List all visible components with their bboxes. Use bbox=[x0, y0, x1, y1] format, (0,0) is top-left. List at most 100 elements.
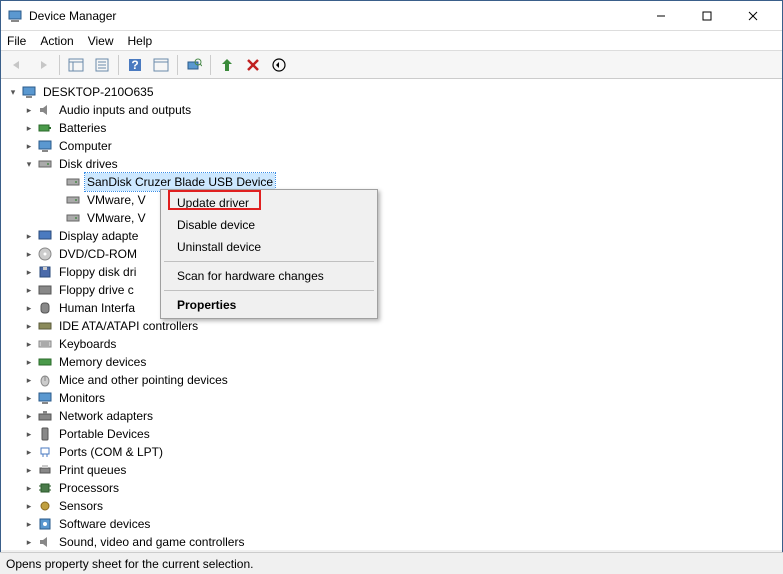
device-tree[interactable]: ▾ DESKTOP-210O635 ▸ Audio inputs and out… bbox=[1, 79, 782, 550]
tree-label: Audio inputs and outputs bbox=[57, 101, 193, 119]
tree-item[interactable]: VMware, V bbox=[1, 209, 782, 227]
chevron-right-icon[interactable]: ▸ bbox=[21, 480, 37, 496]
keyboard-icon bbox=[37, 336, 53, 352]
chevron-right-icon[interactable]: ▸ bbox=[21, 498, 37, 514]
tree-category[interactable]: ▸ Memory devices bbox=[1, 353, 782, 371]
window-title: Device Manager bbox=[29, 9, 638, 23]
tree-category[interactable]: ▸Floppy disk dri bbox=[1, 263, 782, 281]
chevron-right-icon[interactable]: ▸ bbox=[21, 462, 37, 478]
tree-label: Memory devices bbox=[57, 353, 148, 371]
context-scan-hardware[interactable]: Scan for hardware changes bbox=[163, 265, 375, 287]
uninstall-button[interactable] bbox=[241, 53, 265, 77]
chevron-right-icon[interactable]: ▸ bbox=[21, 228, 37, 244]
chevron-right-icon[interactable]: ▸ bbox=[21, 516, 37, 532]
tree-category[interactable]: ▸ Audio inputs and outputs bbox=[1, 101, 782, 119]
printer-icon bbox=[37, 462, 53, 478]
tree-category[interactable]: ▸Software devices bbox=[1, 515, 782, 533]
tree-category[interactable]: ▸ Sound, video and game controllers bbox=[1, 533, 782, 550]
computer-icon bbox=[37, 138, 53, 154]
dvd-icon bbox=[37, 246, 53, 262]
chevron-right-icon[interactable]: ▸ bbox=[21, 282, 37, 298]
sensor-icon bbox=[37, 498, 53, 514]
svg-text:?: ? bbox=[131, 58, 138, 72]
tree-root[interactable]: ▾ DESKTOP-210O635 bbox=[1, 83, 782, 101]
disable-button[interactable] bbox=[267, 53, 291, 77]
tree-category[interactable]: ▸Print queues bbox=[1, 461, 782, 479]
chevron-right-icon[interactable]: ▸ bbox=[21, 102, 37, 118]
tree-category[interactable]: ▸Display adapte bbox=[1, 227, 782, 245]
menu-separator bbox=[164, 261, 374, 262]
chevron-right-icon[interactable]: ▸ bbox=[21, 336, 37, 352]
tree-category[interactable]: ▸Processors bbox=[1, 479, 782, 497]
title-bar: Device Manager bbox=[1, 1, 782, 31]
maximize-button[interactable] bbox=[684, 1, 730, 31]
tree-category[interactable]: ▸ Human Interfa bbox=[1, 299, 782, 317]
chevron-right-icon[interactable]: ▸ bbox=[21, 138, 37, 154]
menu-bar: File Action View Help bbox=[1, 31, 782, 51]
tree-category[interactable]: ▸Network adapters bbox=[1, 407, 782, 425]
tree-category[interactable]: ▸ Ports (COM & LPT) bbox=[1, 443, 782, 461]
tree-label: Human Interfa bbox=[57, 299, 137, 317]
mouse-icon bbox=[37, 372, 53, 388]
tree-category[interactable]: ▸ Monitors bbox=[1, 389, 782, 407]
chevron-right-icon[interactable]: ▸ bbox=[21, 354, 37, 370]
tree-label: Keyboards bbox=[57, 335, 118, 353]
sound-icon bbox=[37, 534, 53, 550]
tree-category[interactable]: ▸ DVD/CD-ROM bbox=[1, 245, 782, 263]
action-button[interactable] bbox=[149, 53, 173, 77]
status-bar: Opens property sheet for the current sel… bbox=[0, 552, 783, 574]
show-hide-tree-button[interactable] bbox=[64, 53, 88, 77]
chevron-down-icon[interactable]: ▾ bbox=[21, 156, 37, 172]
tree-category[interactable]: ▸ Computer bbox=[1, 137, 782, 155]
menu-help[interactable]: Help bbox=[128, 34, 153, 48]
chevron-right-icon[interactable]: ▸ bbox=[21, 372, 37, 388]
audio-icon bbox=[37, 102, 53, 118]
tree-label: Sound, video and game controllers bbox=[57, 533, 246, 550]
tree-category[interactable]: ▸IDE ATA/ATAPI controllers bbox=[1, 317, 782, 335]
tree-label: DVD/CD-ROM bbox=[57, 245, 139, 263]
network-icon bbox=[37, 408, 53, 424]
tree-item-selected[interactable]: SanDisk Cruzer Blade USB Device bbox=[1, 173, 782, 191]
tree-category[interactable]: ▸Mice and other pointing devices bbox=[1, 371, 782, 389]
context-properties[interactable]: Properties bbox=[163, 294, 375, 316]
context-uninstall-device[interactable]: Uninstall device bbox=[163, 236, 375, 258]
scan-hardware-button[interactable] bbox=[182, 53, 206, 77]
tree-label: VMware, V bbox=[85, 191, 148, 209]
chevron-right-icon[interactable]: ▸ bbox=[21, 444, 37, 460]
chevron-right-icon[interactable]: ▸ bbox=[21, 318, 37, 334]
chevron-right-icon[interactable]: ▸ bbox=[21, 534, 37, 550]
tree-label: Ports (COM & LPT) bbox=[57, 443, 165, 461]
help-button[interactable]: ? bbox=[123, 53, 147, 77]
context-disable-device[interactable]: Disable device bbox=[163, 214, 375, 236]
computer-icon bbox=[21, 84, 37, 100]
close-button[interactable] bbox=[730, 1, 776, 31]
context-update-driver[interactable]: Update driver bbox=[163, 192, 375, 214]
chevron-right-icon[interactable]: ▸ bbox=[21, 408, 37, 424]
tree-category[interactable]: ▸Sensors bbox=[1, 497, 782, 515]
chevron-right-icon[interactable]: ▸ bbox=[21, 300, 37, 316]
tree-label: Monitors bbox=[57, 389, 107, 407]
chevron-right-icon[interactable]: ▸ bbox=[21, 120, 37, 136]
monitor-icon bbox=[37, 390, 53, 406]
menu-file[interactable]: File bbox=[7, 34, 26, 48]
tree-category[interactable]: ▸ Keyboards bbox=[1, 335, 782, 353]
chevron-right-icon[interactable]: ▸ bbox=[21, 264, 37, 280]
properties-button[interactable] bbox=[90, 53, 114, 77]
tree-item[interactable]: VMware, V bbox=[1, 191, 782, 209]
chevron-right-icon[interactable]: ▸ bbox=[21, 426, 37, 442]
app-icon bbox=[7, 8, 23, 24]
chevron-right-icon[interactable]: ▸ bbox=[21, 246, 37, 262]
tree-category[interactable]: ▸Portable Devices bbox=[1, 425, 782, 443]
tree-category[interactable]: ▸ Batteries bbox=[1, 119, 782, 137]
status-text: Opens property sheet for the current sel… bbox=[6, 557, 253, 571]
menu-view[interactable]: View bbox=[88, 34, 114, 48]
chevron-down-icon[interactable]: ▾ bbox=[5, 84, 21, 100]
menu-action[interactable]: Action bbox=[40, 34, 73, 48]
tree-label: Batteries bbox=[57, 119, 108, 137]
tree-category[interactable]: ▸Floppy drive c bbox=[1, 281, 782, 299]
chevron-right-icon[interactable]: ▸ bbox=[21, 390, 37, 406]
tree-category-disk[interactable]: ▾ Disk drives bbox=[1, 155, 782, 173]
minimize-button[interactable] bbox=[638, 1, 684, 31]
update-driver-button[interactable] bbox=[215, 53, 239, 77]
back-button bbox=[5, 53, 29, 77]
